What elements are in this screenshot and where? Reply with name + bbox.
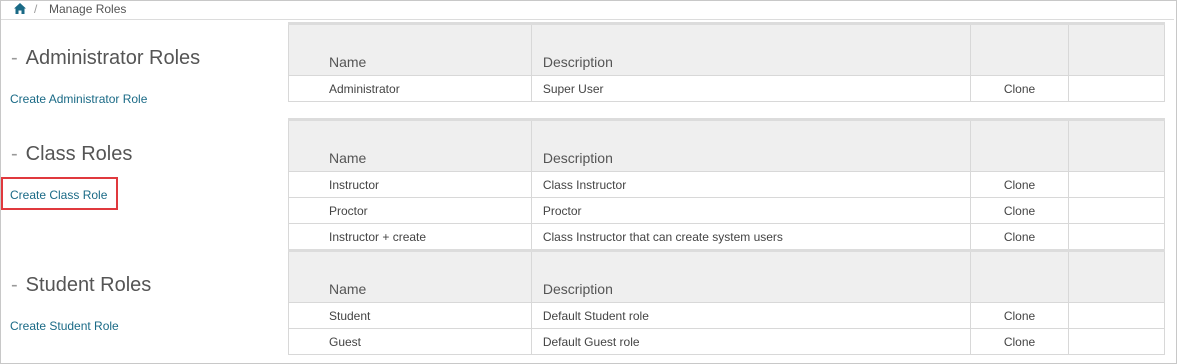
description-column-header: Description (530, 249, 971, 303)
student-roles-table: Name Description Student Default Student… (288, 249, 1166, 355)
student-roles-title-text: Student Roles (25, 274, 152, 296)
clone-link[interactable]: Clone (970, 75, 1069, 102)
role-name-link[interactable]: Instructor (288, 171, 532, 198)
create-student-role-link[interactable]: Create Student Role (10, 319, 119, 333)
home-icon[interactable] (14, 3, 26, 14)
student-roles-title: - Student Roles (11, 274, 151, 297)
action-column-header (970, 22, 1069, 76)
table-row: Instructor + create Class Instructor tha… (288, 223, 1166, 250)
description-column-header: Description (530, 22, 971, 76)
blank-column-header (1067, 22, 1166, 76)
highlight-annotation (1, 177, 118, 210)
role-description: Default Student role (530, 302, 971, 329)
dash-icon: - (11, 47, 18, 69)
breadcrumb: / Manage Roles (1, 1, 1174, 20)
name-column-header: Name (288, 249, 532, 303)
dash-icon: - (11, 143, 18, 165)
name-column-header: Name (288, 118, 532, 172)
clone-link[interactable]: Clone (970, 328, 1069, 355)
action-column-header (970, 118, 1069, 172)
table-row: Student Default Student role Clone (288, 302, 1166, 329)
blank-column-header (1067, 249, 1166, 303)
description-column-header: Description (530, 118, 971, 172)
admin-roles-title: - Administrator Roles (11, 47, 200, 70)
table-row: Proctor Proctor Clone (288, 197, 1166, 224)
role-name-link[interactable]: Guest (288, 328, 532, 355)
clone-link[interactable]: Clone (970, 302, 1069, 329)
role-description: Class Instructor that can create system … (530, 223, 971, 250)
blank-column-header (1067, 118, 1166, 172)
class-roles-table: Name Description Instructor Class Instru… (288, 118, 1166, 250)
role-description: Default Guest role (530, 328, 971, 355)
role-name-link[interactable]: Proctor (288, 197, 532, 224)
table-header-row: Name Description (288, 118, 1166, 172)
create-administrator-role-link[interactable]: Create Administrator Role (10, 92, 147, 106)
role-description: Class Instructor (530, 171, 971, 198)
clone-link[interactable]: Clone (970, 223, 1069, 250)
class-roles-title-text: Class Roles (25, 143, 133, 165)
table-header-row: Name Description (288, 22, 1166, 76)
class-roles-title: - Class Roles (11, 143, 132, 166)
table-header-row: Name Description (288, 249, 1166, 303)
role-description: Super User (530, 75, 971, 102)
clone-link[interactable]: Clone (970, 171, 1069, 198)
blank-cell (1067, 197, 1166, 224)
blank-cell (1067, 171, 1166, 198)
clone-link[interactable]: Clone (970, 197, 1069, 224)
action-column-header (970, 249, 1069, 303)
table-row: Guest Default Guest role Clone (288, 328, 1166, 355)
blank-cell (1067, 223, 1166, 250)
blank-cell (1067, 75, 1166, 102)
role-name-link[interactable]: Administrator (288, 75, 532, 102)
name-column-header: Name (288, 22, 532, 76)
blank-cell (1067, 302, 1166, 329)
admin-roles-table: Name Description Administrator Super Use… (288, 22, 1166, 102)
role-name-link[interactable]: Instructor + create (288, 223, 532, 250)
role-description: Proctor (530, 197, 971, 224)
dash-icon: - (11, 274, 18, 296)
admin-roles-title-text: Administrator Roles (25, 47, 201, 69)
blank-cell (1067, 328, 1166, 355)
table-row: Administrator Super User Clone (288, 75, 1166, 102)
breadcrumb-current: Manage Roles (49, 2, 127, 16)
breadcrumb-separator: / (34, 2, 38, 16)
role-name-link[interactable]: Student (288, 302, 532, 329)
table-row: Instructor Class Instructor Clone (288, 171, 1166, 198)
